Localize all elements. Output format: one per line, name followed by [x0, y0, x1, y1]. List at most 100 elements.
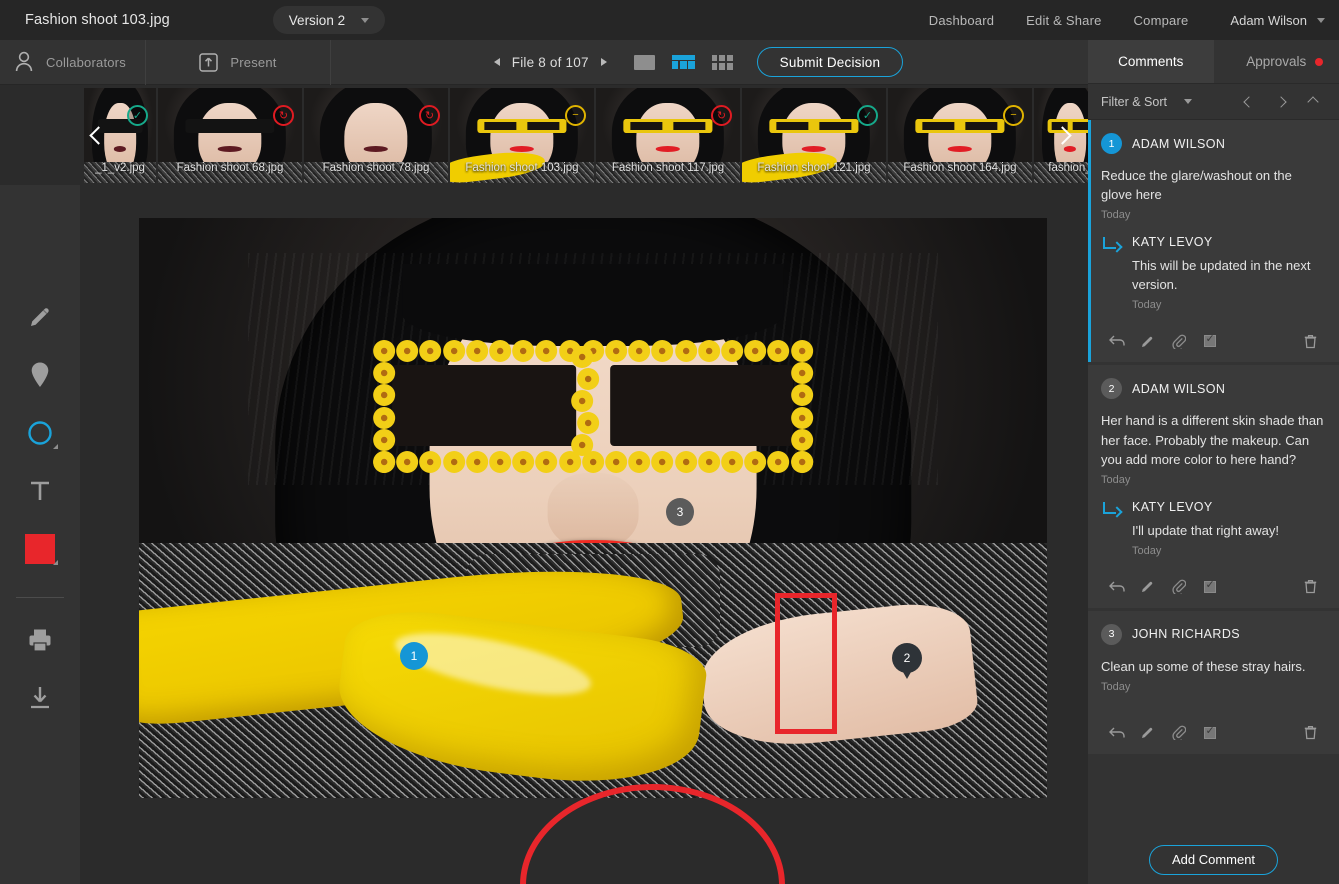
comment-actions — [1101, 565, 1326, 608]
edit-icon[interactable] — [1132, 721, 1163, 745]
thumbnail-caption: Fashion shoot 121.jpg — [742, 162, 886, 174]
tool-print[interactable] — [18, 618, 62, 662]
download-icon — [27, 685, 53, 711]
resolve-checkbox-icon[interactable] — [1194, 575, 1225, 599]
attach-icon[interactable] — [1163, 575, 1194, 599]
filmstrip-next-button[interactable] — [1042, 85, 1082, 185]
prev-comment-button[interactable] — [1236, 89, 1262, 115]
filter-sort-label[interactable]: Filter & Sort — [1101, 95, 1167, 109]
image-canvas[interactable]: 1 2 3 85 — [80, 185, 1088, 884]
user-menu[interactable]: Adam Wilson — [1204, 13, 1317, 28]
thumbnail-caption: Fashion shoot 164.jpg — [888, 162, 1032, 174]
tool-shape-circle[interactable] — [18, 411, 62, 455]
collaborators-label: Collaborators — [46, 55, 126, 70]
nav-link-edit-share[interactable]: Edit & Share — [1010, 13, 1117, 28]
comment-item[interactable]: 3 JOHN RICHARDS Clean up some of these s… — [1088, 611, 1339, 754]
annotation-ellipse[interactable] — [520, 784, 785, 884]
status-revise-icon[interactable]: ↻ — [273, 105, 294, 126]
collapse-panel-button[interactable] — [1300, 89, 1326, 115]
previous-file-icon[interactable] — [494, 58, 500, 66]
thumbnail-item[interactable]: ✓ Fashion shoot 121.jpg — [742, 88, 886, 183]
edit-icon[interactable] — [1132, 575, 1163, 599]
comment-number-badge: 1 — [1101, 133, 1122, 154]
nav-link-compare[interactable]: Compare — [1118, 13, 1205, 28]
pencil-icon — [27, 304, 53, 330]
comment-actions — [1101, 711, 1326, 754]
user-chevron-down-icon[interactable] — [1317, 18, 1325, 23]
filmstrip-prev-button[interactable] — [78, 85, 118, 185]
delete-icon[interactable] — [1295, 329, 1326, 353]
reply-arrow-icon — [1101, 502, 1123, 524]
comments-list[interactable]: 1 ADAM WILSON Reduce the glare/washout o… — [1088, 120, 1339, 835]
attach-icon[interactable] — [1163, 721, 1194, 745]
status-revise-icon[interactable]: ↻ — [711, 105, 732, 126]
comment-number-badge: 3 — [1101, 624, 1122, 645]
print-icon — [27, 628, 53, 652]
reply-body: This will be updated in the next version… — [1132, 256, 1326, 294]
status-pending-icon[interactable]: − — [1003, 105, 1024, 126]
filter-chevron-down-icon[interactable] — [1184, 99, 1192, 104]
view-mode-grid-icon[interactable] — [712, 55, 733, 70]
tool-options-caret-icon[interactable] — [53, 444, 58, 449]
version-selector[interactable]: Version 2 — [273, 6, 385, 34]
present-label: Present — [230, 55, 276, 70]
thumbnail-item[interactable]: − Fashion shoot 164.jpg — [888, 88, 1032, 183]
pin-marker-icon — [29, 361, 51, 389]
submit-decision-button[interactable]: Submit Decision — [757, 47, 904, 77]
tool-text[interactable] — [18, 469, 62, 513]
color-options-caret-icon[interactable] — [53, 560, 58, 565]
reply-author: KATY LEVOY — [1132, 500, 1326, 514]
nav-link-dashboard[interactable]: Dashboard — [913, 13, 1010, 28]
comment-timestamp: Today — [1101, 474, 1326, 486]
reply-icon[interactable] — [1101, 721, 1132, 745]
marker-label: 2 — [892, 643, 922, 673]
tab-approvals-label: Approvals — [1246, 54, 1306, 69]
tab-comments-label: Comments — [1118, 54, 1183, 69]
marker-1[interactable]: 1 — [400, 642, 428, 670]
tool-pencil[interactable] — [18, 295, 62, 339]
comment-item[interactable]: 2 ADAM WILSON Her hand is a different sk… — [1088, 365, 1339, 607]
thumbnail-item-active[interactable]: − Fashion shoot 103.jpg — [450, 88, 594, 183]
delete-icon[interactable] — [1295, 721, 1326, 745]
tool-color-swatch[interactable] — [18, 527, 62, 571]
reply-icon[interactable] — [1101, 575, 1132, 599]
thumbnail-item[interactable]: ↻ Fashion shoot 117.jpg — [596, 88, 740, 183]
present-button[interactable]: Present — [146, 40, 331, 85]
collaborators-button[interactable]: Collaborators — [0, 40, 146, 85]
comment-reply: KATY LEVOY This will be updated in the n… — [1101, 235, 1326, 311]
comment-header: 3 JOHN RICHARDS — [1101, 624, 1326, 645]
delete-icon[interactable] — [1295, 575, 1326, 599]
status-pending-icon[interactable]: − — [565, 105, 586, 126]
main-image[interactable] — [139, 218, 1047, 798]
thumbnail-item[interactable]: ↻ Fashion shoot 78.jpg — [304, 88, 448, 183]
status-approved-icon[interactable]: ✓ — [127, 105, 148, 126]
marker-2[interactable]: 2 — [892, 643, 922, 681]
view-mode-filmstrip-icon[interactable] — [672, 55, 695, 70]
tool-download[interactable] — [18, 676, 62, 720]
comment-timestamp: Today — [1101, 681, 1326, 693]
comment-author: ADAM WILSON — [1132, 382, 1225, 396]
edit-icon[interactable] — [1132, 329, 1163, 353]
view-mode-single-icon[interactable] — [634, 55, 655, 70]
next-comment-button[interactable] — [1268, 89, 1294, 115]
marker-3[interactable]: 3 — [666, 498, 694, 526]
attach-icon[interactable] — [1163, 329, 1194, 353]
color-swatch-icon — [25, 534, 55, 564]
thumbnail-filmstrip[interactable]: ✓ _1_v2.jpg ↻ Fashion shoot 68.jpg ↻ Fas… — [0, 85, 1088, 185]
resolve-checkbox-icon[interactable] — [1194, 329, 1225, 353]
add-comment-button[interactable]: Add Comment — [1149, 845, 1278, 875]
tab-approvals[interactable]: Approvals — [1214, 40, 1339, 83]
resolve-checkbox-icon[interactable] — [1194, 721, 1225, 745]
reply-icon[interactable] — [1101, 329, 1132, 353]
status-approved-icon[interactable]: ✓ — [857, 105, 878, 126]
tool-pin-marker[interactable] — [18, 353, 62, 397]
top-nav: Dashboard Edit & Share Compare Adam Wils… — [913, 13, 1339, 28]
tab-comments[interactable]: Comments — [1088, 40, 1214, 83]
chevron-left-icon — [1243, 96, 1254, 107]
thumbnail-item[interactable]: ↻ Fashion shoot 68.jpg — [158, 88, 302, 183]
page-title: Fashion shoot 103.jpg — [25, 12, 170, 28]
thumbnail-caption: Fashion shoot 103.jpg — [450, 162, 594, 174]
status-revise-icon[interactable]: ↻ — [419, 105, 440, 126]
next-file-icon[interactable] — [601, 58, 607, 66]
comment-item[interactable]: 1 ADAM WILSON Reduce the glare/washout o… — [1088, 120, 1339, 362]
